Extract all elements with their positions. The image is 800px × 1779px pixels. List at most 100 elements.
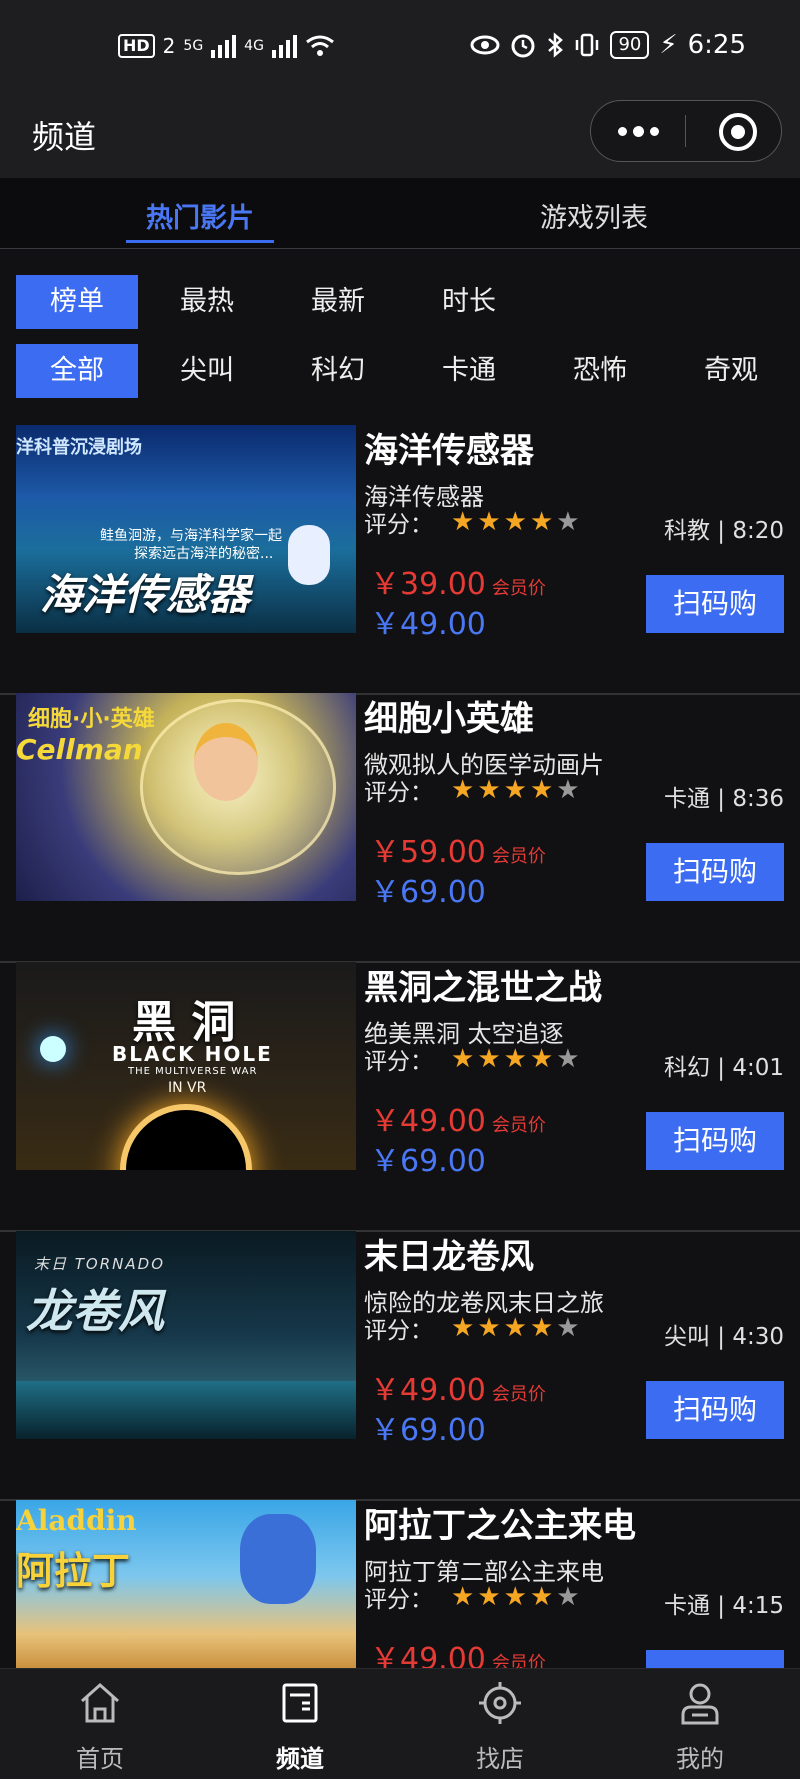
movie-item[interactable]: 洋科普沉浸剧场 鲑鱼洄游，与海洋科学家一起 探索远古海洋的秘密... 海洋传感器… <box>0 425 800 695</box>
star-empty-icon: ★ <box>556 1582 580 1612</box>
scan-buy-button[interactable]: 扫码购 <box>646 575 784 633</box>
chip-horror[interactable]: 恐怖 <box>539 344 661 398</box>
movie-title: 黑洞之混世之战 <box>364 968 602 1008</box>
movie-item[interactable]: 细胞·小·英雄 Cellman 细胞小英雄 微观拟人的医学动画片 评分： ★ ★… <box>0 693 800 963</box>
thumb-top-text: 细胞·小·英雄 <box>28 707 155 732</box>
movie-thumbnail[interactable]: 末日 TORNADO 龙卷风 <box>16 1231 356 1439</box>
movie-item[interactable]: 黑 洞 BLACK HOLE THE MULTIVERSE WAR IN VR … <box>0 962 800 1232</box>
tab-hot-movies[interactable]: 热门影片 <box>126 196 274 235</box>
star-empty-icon: ★ <box>556 1044 580 1074</box>
regular-price: ￥69.00 <box>370 1413 486 1448</box>
rating-row: 评分： ★ ★ ★ ★ ★ <box>364 1042 580 1076</box>
chip-hottest[interactable]: 最热 <box>146 275 268 329</box>
thumb-top-text: 末日 TORNADO <box>34 1255 165 1273</box>
nav-home-label: 首页 <box>76 1745 124 1773</box>
rating-label: 评分： <box>364 512 433 538</box>
chip-scifi[interactable]: 科幻 <box>277 344 399 398</box>
chip-cartoon[interactable]: 卡通 <box>408 344 530 398</box>
channel-icon <box>282 1683 318 1723</box>
member-price: ￥49.00 会员价 <box>370 1373 546 1408</box>
user-icon <box>681 1683 719 1725</box>
regular-price: ￥69.00 <box>370 875 486 910</box>
sort-chips: 榜单 最热 最新 时长 <box>0 275 800 331</box>
star-icon: ★ <box>503 1313 527 1343</box>
rating-row: 评分： ★ ★ ★ ★ ★ <box>364 1311 580 1345</box>
thumb-title: 阿拉丁 <box>16 1548 131 1593</box>
movie-title: 末日龙卷风 <box>364 1237 534 1277</box>
member-price: ￥59.00 会员价 <box>370 835 546 870</box>
chip-ranking[interactable]: 榜单 <box>16 275 138 329</box>
robot-figure <box>288 525 330 585</box>
thumb-title: 黑 洞 <box>132 997 236 1048</box>
member-price: ￥39.00 会员价 <box>370 567 546 602</box>
movie-title: 阿拉丁之公主来电 <box>364 1506 636 1546</box>
star-icon: ★ <box>477 775 501 805</box>
star-icon: ★ <box>529 1313 554 1343</box>
chip-all[interactable]: 全部 <box>16 344 138 398</box>
star-icon: ★ <box>503 775 527 805</box>
chip-scream[interactable]: 尖叫 <box>146 344 268 398</box>
chip-newest[interactable]: 最新 <box>277 275 399 329</box>
active-tab-indicator <box>126 240 274 243</box>
star-icon: ★ <box>451 1582 475 1612</box>
status-bar: HD 2 5G 4G 90 ⚡ 6:25 <box>0 0 800 96</box>
rating-stars: ★ ★ ★ ★ ★ <box>451 1584 580 1610</box>
rating-label: 评分： <box>364 1587 433 1613</box>
more-button[interactable] <box>591 101 685 161</box>
wifi-icon <box>306 35 334 56</box>
thumb-subtitle: BLACK HOLE <box>112 1042 273 1066</box>
star-empty-icon: ★ <box>556 507 580 537</box>
tab-game-list[interactable]: 游戏列表 <box>540 196 648 235</box>
star-icon: ★ <box>451 1044 475 1074</box>
chip-duration[interactable]: 时长 <box>408 275 530 329</box>
clock: 6:25 <box>687 30 746 60</box>
scan-buy-button[interactable]: 扫码购 <box>646 843 784 901</box>
nav-bar: 频道 <box>0 96 800 178</box>
rating-label: 评分： <box>364 1049 433 1075</box>
movie-title: 海洋传感器 <box>364 431 534 471</box>
rating-row: 评分： ★ ★ ★ ★ ★ <box>364 773 580 807</box>
thumb-subtitle: Cellman <box>16 733 143 766</box>
page-title: 频道 <box>32 118 97 156</box>
star-icon: ★ <box>529 1044 554 1074</box>
nav-channel-label: 频道 <box>276 1745 324 1773</box>
genie-figure <box>240 1514 316 1604</box>
bottom-nav: 首页 频道 找店 我的 <box>0 1668 800 1779</box>
vibrate-icon <box>576 33 599 57</box>
movie-thumbnail[interactable]: 洋科普沉浸剧场 鲑鱼洄游，与海洋科学家一起 探索远古海洋的秘密... 海洋传感器 <box>16 425 356 633</box>
star-icon: ★ <box>503 1582 527 1612</box>
genre-duration: 科幻 | 4:01 <box>663 1055 784 1081</box>
thumb-line1: THE MULTIVERSE WAR <box>128 1066 258 1077</box>
hero-figure <box>194 723 258 801</box>
movie-item[interactable]: 末日 TORNADO 龙卷风 末日龙卷风 惊险的龙卷风末日之旅 评分： ★ ★ … <box>0 1231 800 1501</box>
blue-light <box>40 1036 66 1062</box>
signal-icon-2 <box>271 34 297 58</box>
black-hole-glow <box>120 1104 252 1170</box>
eye-icon <box>470 35 500 55</box>
system-indicators: 90 ⚡ 6:25 <box>470 30 746 60</box>
scan-buy-button[interactable]: 扫码购 <box>646 1381 784 1439</box>
movie-thumbnail[interactable]: 细胞·小·英雄 Cellman <box>16 693 356 901</box>
close-miniprogram-button[interactable] <box>719 113 757 151</box>
star-empty-icon: ★ <box>556 1313 580 1343</box>
genre-duration: 科教 | 8:20 <box>663 518 784 544</box>
thumb-title: 海洋传感器 <box>40 570 251 619</box>
genre-duration: 卡通 | 8:36 <box>663 786 784 812</box>
chip-spectacle[interactable]: 奇观 <box>670 344 792 398</box>
star-icon: ★ <box>477 1582 501 1612</box>
signal-icon <box>211 34 237 58</box>
battery-level: 90 <box>610 31 650 59</box>
regular-price: ￥69.00 <box>370 1144 486 1179</box>
capsule-divider <box>685 115 686 147</box>
bluetooth-icon <box>548 32 564 58</box>
regular-price: ￥49.00 <box>370 607 486 642</box>
movie-thumbnail[interactable]: Aladdin 阿拉丁 <box>16 1500 356 1668</box>
star-icon: ★ <box>529 775 554 805</box>
star-icon: ★ <box>451 775 475 805</box>
nav-mine-label: 我的 <box>676 1745 724 1773</box>
thumb-top-text: 洋科普沉浸剧场 <box>16 437 142 458</box>
scan-buy-button[interactable] <box>646 1650 784 1668</box>
movie-thumbnail[interactable]: 黑 洞 BLACK HOLE THE MULTIVERSE WAR IN VR <box>16 962 356 1170</box>
rating-stars: ★ ★ ★ ★ ★ <box>451 1315 580 1341</box>
scan-buy-button[interactable]: 扫码购 <box>646 1112 784 1170</box>
